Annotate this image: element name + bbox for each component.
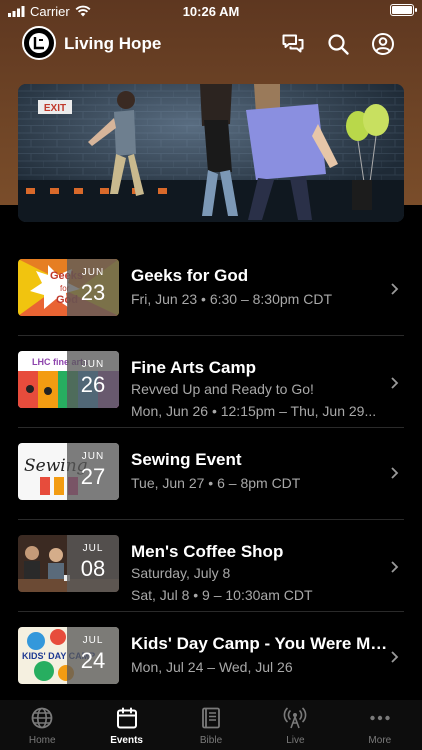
chevron-right-icon	[391, 561, 399, 573]
tab-bar: Home Events Bible Live More	[0, 700, 422, 750]
event-thumbnail: JUL 08	[18, 535, 119, 592]
event-datetime: Mon, Jul 24 – Wed, Jul 26	[131, 659, 293, 675]
more-icon	[370, 715, 390, 721]
globe-icon	[31, 707, 53, 729]
status-time: 10:26 AM	[182, 3, 240, 19]
tab-live[interactable]: Live	[253, 700, 337, 750]
event-thumbnail: Sewing JUN 27	[18, 443, 119, 500]
event-month: JUL	[82, 635, 104, 646]
chevron-right-icon	[391, 377, 399, 389]
event-subtitle: Saturday, July 8	[131, 565, 231, 581]
bible-icon	[202, 707, 220, 729]
tab-label: Live	[286, 735, 305, 746]
tab-events[interactable]: Events	[84, 700, 168, 750]
hero-banner-image[interactable]: EXIT	[18, 84, 404, 222]
event-datetime: Fri, Jun 23 • 6:30 – 8:30pm CDT	[131, 291, 332, 307]
profile-icon[interactable]	[371, 32, 395, 56]
event-month: JUN	[81, 451, 105, 462]
event-month: JUN	[81, 267, 105, 278]
event-datetime: Mon, Jun 26 • 12:15pm – Thu, Jun 29...	[131, 403, 377, 419]
event-subtitle: Revved Up and Ready to Go!	[131, 381, 314, 397]
event-date-badge: JUL 08	[67, 535, 119, 592]
chevron-right-icon	[391, 283, 399, 295]
event-date-badge: JUL 24	[67, 627, 119, 684]
event-title: Fine Arts Camp	[131, 358, 257, 377]
tab-bible[interactable]: Bible	[169, 700, 253, 750]
event-row[interactable]: LHC fine arts JUN 26 Fine Arts Camp Revv…	[0, 336, 422, 428]
event-row[interactable]: Geeks for God JUN 23 Geeks for God Fri, …	[0, 244, 422, 336]
chevron-right-icon	[391, 651, 399, 663]
event-title: Geeks for God	[131, 266, 249, 285]
event-title: Men's Coffee Shop	[131, 542, 284, 561]
event-list: Geeks for God JUN 23 Geeks for God Fri, …	[0, 244, 422, 704]
app-title: Living Hope	[64, 34, 162, 53]
event-day: 23	[80, 280, 106, 305]
search-icon[interactable]	[326, 32, 350, 56]
event-datetime: Sat, Jul 8 • 9 – 10:30am CDT	[131, 587, 313, 603]
event-day: 24	[80, 648, 106, 673]
event-day: 27	[80, 464, 106, 489]
event-month: JUL	[82, 543, 104, 554]
tab-label: Bible	[199, 735, 223, 746]
hero-photo: EXIT	[18, 84, 404, 222]
status-bar: Carrier 10:26 AM	[0, 0, 422, 22]
exit-sign-text: EXIT	[44, 103, 66, 114]
event-thumbnail: Geeks for God JUN 23	[18, 259, 119, 316]
event-day: 26	[80, 372, 106, 397]
event-title: Kids' Day Camp - You Were Ma...	[131, 634, 389, 653]
chevron-right-icon	[391, 467, 399, 479]
calendar-icon	[116, 707, 137, 729]
church-logo[interactable]	[22, 26, 56, 60]
event-row[interactable]: KIDS' DAY CAMP JUL 24 Kids' Day Camp - Y…	[0, 612, 422, 704]
event-thumbnail: LHC fine arts JUN 26	[18, 351, 119, 408]
battery-icon	[390, 4, 417, 16]
event-row[interactable]: JUL 08 Men's Coffee Shop Saturday, July …	[0, 520, 422, 612]
event-date-badge: JUN 26	[67, 351, 119, 408]
tab-more[interactable]: More	[338, 700, 422, 750]
event-date-badge: JUN 27	[67, 443, 119, 500]
event-title: Sewing Event	[131, 450, 242, 469]
event-thumbnail: KIDS' DAY CAMP JUL 24	[18, 627, 119, 684]
tab-label: More	[368, 735, 392, 746]
app-header: Living Hope	[0, 24, 422, 64]
event-row[interactable]: Sewing JUN 27 Sewing Event Tue, Jun 27 •…	[0, 428, 422, 520]
event-month: JUN	[81, 359, 105, 370]
event-datetime: Tue, Jun 27 • 6 – 8pm CDT	[131, 475, 301, 491]
event-day: 08	[80, 556, 106, 581]
logo-mark-icon	[29, 33, 49, 53]
tab-label: Home	[28, 735, 56, 746]
messages-icon[interactable]	[281, 32, 305, 56]
broadcast-icon	[284, 707, 307, 729]
tab-home[interactable]: Home	[0, 700, 84, 750]
event-date-badge: JUN 23	[67, 259, 119, 316]
tab-label: Events	[110, 735, 143, 746]
